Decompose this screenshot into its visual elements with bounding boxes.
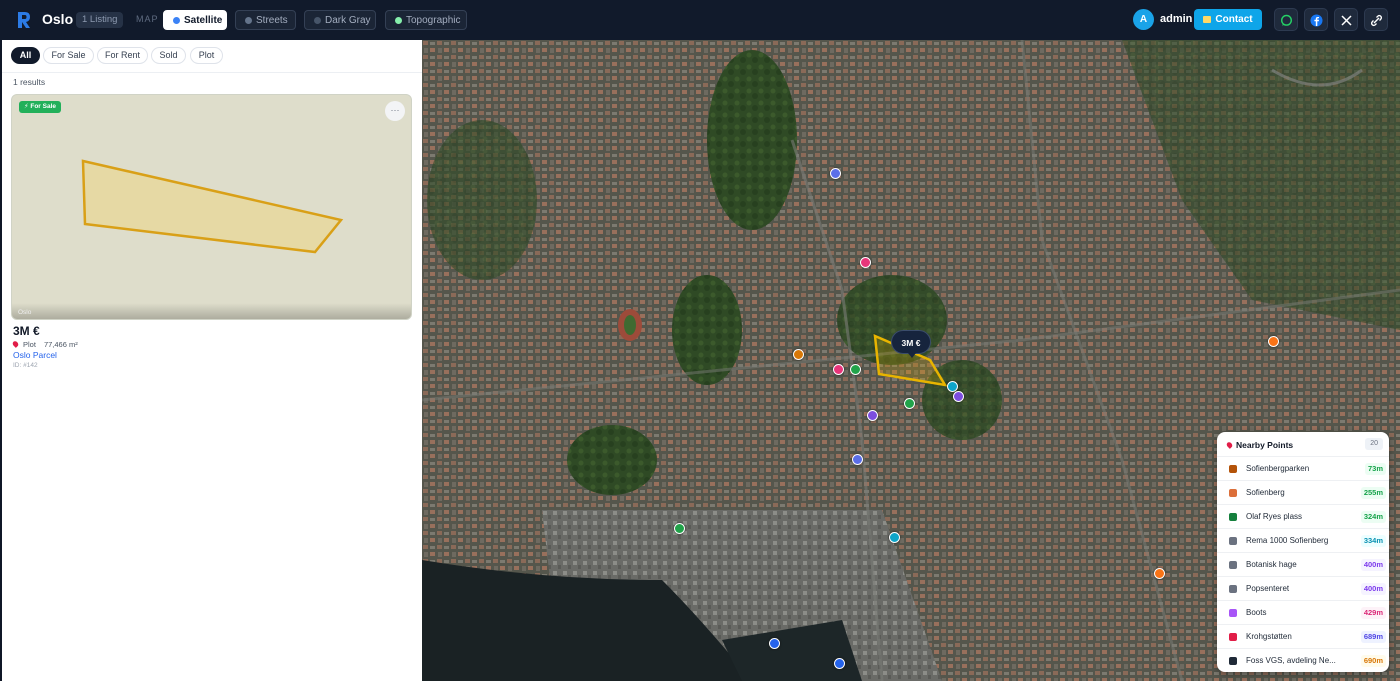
listing-card-image[interactable]: ⚡ For Sale ··· Oslo xyxy=(11,94,412,320)
map-poi-marker[interactable] xyxy=(904,398,915,409)
park-icon xyxy=(1229,513,1237,521)
nearby-item[interactable]: Krohgstøtten 689m xyxy=(1217,624,1389,648)
museum-icon xyxy=(1229,561,1237,569)
listing-name-link[interactable]: Oslo Parcel xyxy=(13,350,57,360)
nearby-points-title: Nearby Points xyxy=(1225,440,1293,450)
filter-chip-plot[interactable]: Plot xyxy=(190,47,223,64)
layer-button-satellite[interactable]: Satellite xyxy=(163,10,227,30)
dark-gray-dot-icon xyxy=(314,17,321,24)
logo-icon[interactable] xyxy=(14,10,34,30)
username-label[interactable]: admin xyxy=(1160,13,1192,25)
pin-icon xyxy=(1225,441,1234,449)
layer-button-dark-gray[interactable]: Dark Gray xyxy=(304,10,376,30)
map-poi-marker[interactable] xyxy=(833,364,844,375)
status-badge: ⚡ For Sale xyxy=(19,101,62,113)
map-price-tag[interactable]: 3M € xyxy=(891,330,931,358)
nearby-item[interactable]: Sofienbergparken 73m xyxy=(1217,456,1389,480)
map-poi-marker[interactable] xyxy=(769,638,780,649)
nearby-item[interactable]: Botanisk hage 400m xyxy=(1217,552,1389,576)
satellite-dot-icon xyxy=(173,17,180,24)
nearby-points-panel: Nearby Points 20 Sofienbergparken 73m Sof… xyxy=(1217,432,1389,672)
layer-button-streets[interactable]: Streets xyxy=(235,10,296,30)
filter-bar: All For Sale For Rent Sold Plot xyxy=(2,40,422,73)
map-poi-marker[interactable] xyxy=(1154,568,1165,579)
top-bar: Oslo 1 Listing MAP Satellite Streets Dar… xyxy=(0,0,1400,40)
share-link-button[interactable] xyxy=(1364,8,1388,31)
contact-button[interactable]: Contact xyxy=(1194,9,1262,30)
filter-chip-for-rent[interactable]: For Rent xyxy=(97,47,148,64)
results-count: 1 results xyxy=(13,77,46,87)
x-twitter-icon xyxy=(1341,15,1352,26)
nearby-item[interactable]: Olaf Ryes plass 324m xyxy=(1217,504,1389,528)
map-poi-marker[interactable] xyxy=(830,168,841,179)
museum-icon xyxy=(1229,585,1237,593)
listing-meta: Plot 77,466 m² xyxy=(11,340,78,349)
nearby-list: Sofienbergparken 73m Sofienberg 255m Olaf … xyxy=(1217,456,1389,672)
map-poi-marker[interactable] xyxy=(953,391,964,402)
school-icon xyxy=(1229,657,1237,665)
filter-chip-for-sale[interactable]: For Sale xyxy=(43,47,94,64)
park-icon xyxy=(1229,465,1237,473)
nearby-item[interactable]: Foss VGS, avdeling Ne... 690m xyxy=(1217,648,1389,672)
more-options-button[interactable]: ··· xyxy=(385,101,405,121)
listing-sidebar: All For Sale For Rent Sold Plot 1 result… xyxy=(2,40,422,681)
listing-type: Plot xyxy=(23,340,36,349)
parcel-shape xyxy=(81,159,344,254)
map-poi-marker[interactable] xyxy=(860,257,871,268)
listing-id: ID: #142 xyxy=(13,362,38,369)
filter-chip-sold[interactable]: Sold xyxy=(151,47,186,64)
listing-price: 3M € xyxy=(13,324,40,338)
nearby-item[interactable]: Popsenteret 400m xyxy=(1217,576,1389,600)
whatsapp-button[interactable] xyxy=(1274,8,1298,31)
avatar[interactable]: A xyxy=(1133,9,1154,30)
map-section-label: MAP xyxy=(136,14,159,24)
map-poi-marker[interactable] xyxy=(1268,336,1279,347)
x-twitter-button[interactable] xyxy=(1334,8,1358,31)
listing-count-badge: 1 Listing xyxy=(76,12,124,28)
map-poi-marker[interactable] xyxy=(889,532,900,543)
page-title: Oslo xyxy=(42,11,74,27)
landmark-pin-icon xyxy=(1229,633,1237,641)
nearby-item[interactable]: Boots 429m xyxy=(1217,600,1389,624)
layer-button-topographic[interactable]: Topographic xyxy=(385,10,467,30)
map-poi-marker[interactable] xyxy=(834,658,845,669)
listing-area: 77,466 m² xyxy=(43,340,78,349)
map-poi-marker[interactable] xyxy=(867,410,878,421)
nearby-item[interactable]: Rema 1000 Sofienberg 334m xyxy=(1217,528,1389,552)
shopping-cart-icon xyxy=(1229,537,1237,545)
mail-icon xyxy=(1203,16,1212,23)
map-poi-marker[interactable] xyxy=(793,349,804,360)
map-poi-marker[interactable] xyxy=(850,364,861,375)
nearby-item[interactable]: Sofienberg 255m xyxy=(1217,480,1389,504)
streets-dot-icon xyxy=(245,17,252,24)
link-icon xyxy=(1370,14,1383,27)
whatsapp-icon xyxy=(1280,14,1293,26)
map-poi-marker[interactable] xyxy=(674,523,685,534)
image-location-label: Oslo xyxy=(18,309,32,316)
location-pin-icon xyxy=(11,340,20,348)
nearby-count-badge: 20 xyxy=(1365,438,1383,450)
facebook-icon xyxy=(1310,14,1323,27)
church-icon xyxy=(1229,489,1237,497)
facebook-button[interactable] xyxy=(1304,8,1328,31)
store-icon xyxy=(1229,609,1237,617)
filter-chip-all[interactable]: All xyxy=(11,47,40,64)
topographic-dot-icon xyxy=(395,17,402,24)
map-poi-marker[interactable] xyxy=(852,454,863,465)
